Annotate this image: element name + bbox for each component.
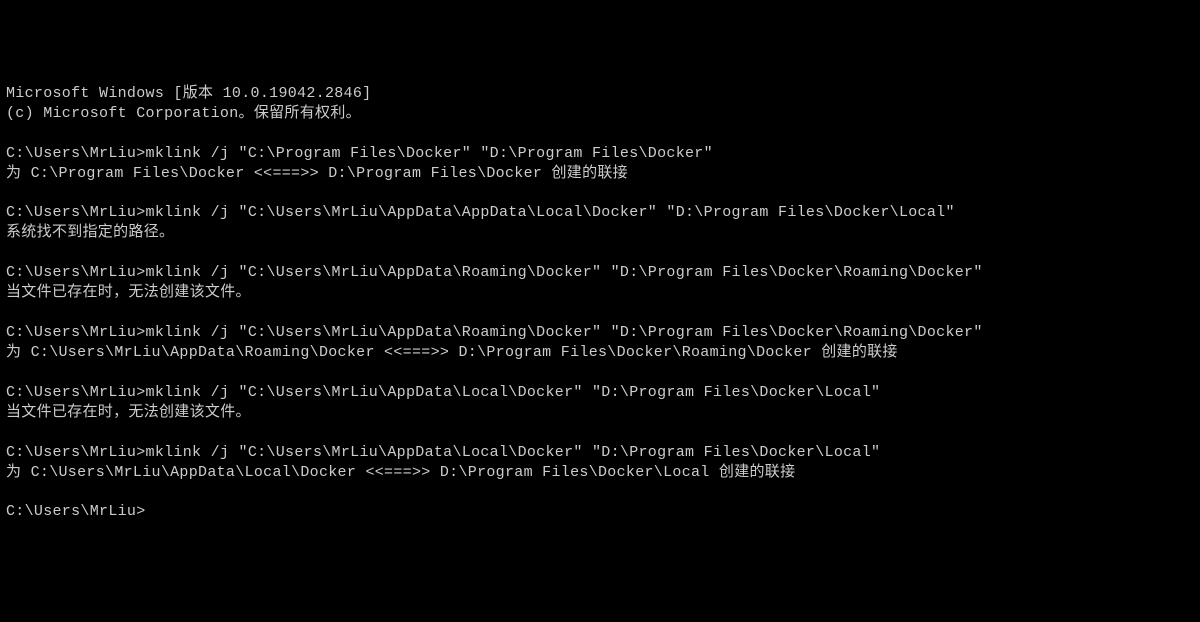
- terminal-line: Microsoft Windows [版本 10.0.19042.2846]: [6, 84, 1194, 104]
- terminal-line: [6, 124, 1194, 144]
- terminal-line: [6, 303, 1194, 323]
- terminal-line: C:\Users\MrLiu>mklink /j "C:\Users\MrLiu…: [6, 323, 1194, 343]
- terminal-line: [6, 423, 1194, 443]
- terminal-line: 当文件已存在时，无法创建该文件。: [6, 403, 1194, 423]
- terminal-line: C:\Users\MrLiu>mklink /j "C:\Users\MrLiu…: [6, 203, 1194, 223]
- terminal-line: 系统找不到指定的路径。: [6, 223, 1194, 243]
- terminal-line: [6, 243, 1194, 263]
- terminal-output[interactable]: Microsoft Windows [版本 10.0.19042.2846](c…: [6, 84, 1194, 523]
- terminal-line: [6, 483, 1194, 503]
- terminal-line: 为 C:\Program Files\Docker <<===>> D:\Pro…: [6, 164, 1194, 184]
- terminal-line: C:\Users\MrLiu>mklink /j "C:\Users\MrLiu…: [6, 263, 1194, 283]
- terminal-line: (c) Microsoft Corporation。保留所有权利。: [6, 104, 1194, 124]
- terminal-line: [6, 363, 1194, 383]
- terminal-line: [6, 183, 1194, 203]
- terminal-line: C:\Users\MrLiu>mklink /j "C:\Program Fil…: [6, 144, 1194, 164]
- terminal-line: 为 C:\Users\MrLiu\AppData\Roaming\Docker …: [6, 343, 1194, 363]
- terminal-line: C:\Users\MrLiu>mklink /j "C:\Users\MrLiu…: [6, 443, 1194, 463]
- terminal-line: 当文件已存在时，无法创建该文件。: [6, 283, 1194, 303]
- terminal-line: C:\Users\MrLiu>mklink /j "C:\Users\MrLiu…: [6, 383, 1194, 403]
- terminal-line: 为 C:\Users\MrLiu\AppData\Local\Docker <<…: [6, 463, 1194, 483]
- terminal-line: C:\Users\MrLiu>: [6, 502, 1194, 522]
